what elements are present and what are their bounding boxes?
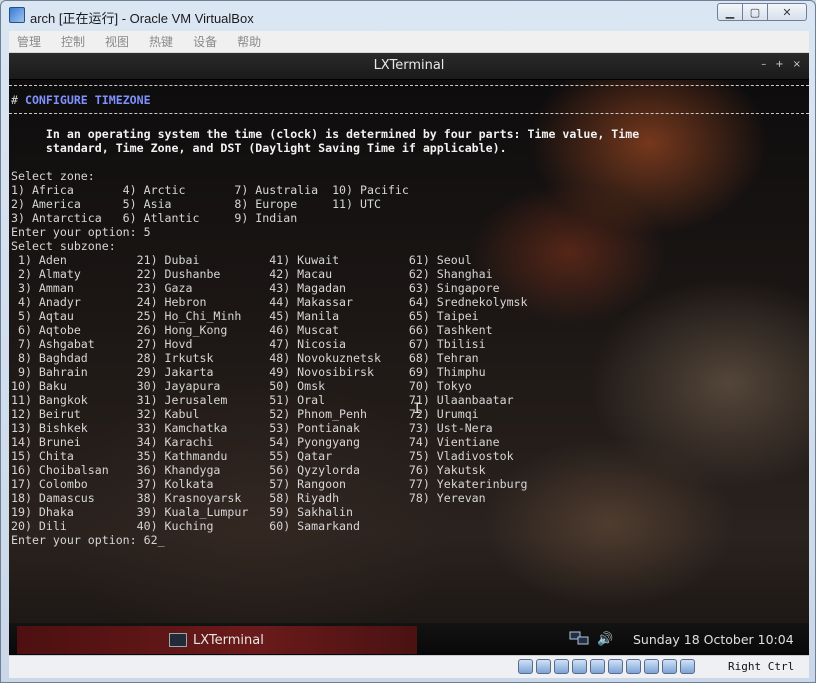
shared-folder-icon[interactable] — [590, 659, 605, 674]
terminal-output[interactable]: # CONFIGURE TIMEZONE In an operating sys… — [9, 79, 809, 623]
status-icons — [518, 659, 695, 674]
terminal-line: 12) Beirut 32) Kabul 52) Phnom_Penh 72) … — [11, 407, 479, 421]
menu-view[interactable]: 视图 — [95, 33, 139, 50]
terminal-line: 1) Aden 21) Dubai 41) Kuwait 61) Seoul — [11, 253, 472, 267]
terminal-line: 4) Anadyr 24) Hebron 44) Makassar 64) Sr… — [11, 295, 528, 309]
cpu-icon[interactable] — [662, 659, 677, 674]
menu-manage[interactable]: 管理 — [9, 33, 51, 50]
clock[interactable]: Sunday 18 October 10:04 — [633, 632, 794, 647]
taskbar-lxterminal-button[interactable]: LXTerminal — [17, 626, 417, 654]
guest-taskbar: LXTerminal 🔊 Sunday 18 October 10:04 — [9, 623, 809, 655]
window-title: arch [正在运行] - Oracle VM VirtualBox — [30, 11, 254, 26]
maximize-button[interactable]: ▢ — [742, 3, 768, 21]
minimize-button[interactable]: ▁ — [717, 3, 743, 21]
terminal-line: 5) Aqtau 25) Ho_Chi_Minh 45) Manila 65) … — [11, 309, 479, 323]
header-hash: # — [11, 93, 18, 107]
menu-help[interactable]: 帮助 — [227, 33, 271, 50]
terminal-line: Enter your option: 5 — [11, 225, 151, 239]
terminal-line: 3) Antarctica 6) Atlantic 9) Indian — [11, 211, 298, 225]
mouse-integration-icon[interactable] — [680, 659, 695, 674]
terminal-maximize-button[interactable]: + — [775, 59, 783, 70]
menu-hotkeys[interactable]: 热键 — [139, 33, 183, 50]
terminal-line: 6) Aqtobe 26) Hong_Kong 46) Muscat 66) T… — [11, 323, 493, 337]
network-icon[interactable] — [569, 631, 589, 647]
terminal-line: 11) Bangkok 31) Jerusalem 51) Oral 71) U… — [11, 393, 514, 407]
terminal-title: LXTerminal — [373, 58, 445, 73]
terminal-line: Select zone: — [11, 169, 95, 183]
video-capture-icon[interactable] — [626, 659, 641, 674]
terminal-line: standard, Time Zone, and DST (Daylight S… — [11, 141, 507, 155]
window-title-bar[interactable]: arch [正在运行] - Oracle VM VirtualBox ▁ ▢ ✕ — [1, 1, 815, 31]
terminal-line: 20) Dili 40) Kuching 60) Samarkand — [11, 519, 361, 533]
terminal-line: 3) Amman 23) Gaza 43) Magadan 63) Singap… — [11, 281, 500, 295]
separator-line — [9, 85, 809, 86]
terminal-minimize-button[interactable]: – — [761, 59, 766, 70]
recording-icon[interactable] — [644, 659, 659, 674]
terminal-line: Select subzone: — [11, 239, 116, 253]
text-cursor-icon: I — [413, 401, 422, 417]
terminal-line: 10) Baku 30) Jayapura 50) Omsk 70) Tokyo — [11, 379, 472, 393]
menu-control[interactable]: 控制 — [51, 33, 95, 50]
terminal-close-button[interactable]: × — [793, 59, 801, 70]
hdd-icon[interactable] — [518, 659, 533, 674]
virtualbox-window: arch [正在运行] - Oracle VM VirtualBox ▁ ▢ ✕… — [0, 0, 816, 683]
terminal-window-controls: – + × — [761, 59, 801, 70]
usb-icon[interactable] — [572, 659, 587, 674]
host-key-label: Right Ctrl — [728, 660, 795, 673]
terminal-line: 19) Dhaka 39) Kuala_Lumpur 59) Sakhalin — [11, 505, 354, 519]
header-title: CONFIGURE TIMEZONE — [24, 93, 151, 107]
optical-disc-icon[interactable] — [536, 659, 551, 674]
terminal-line: 16) Choibalsan 36) Khandyga 56) Qyzylord… — [11, 463, 486, 477]
section-header: # CONFIGURE TIMEZONE — [11, 93, 151, 107]
network-icon[interactable] — [554, 659, 569, 674]
terminal-icon — [169, 633, 187, 647]
separator-line — [9, 113, 809, 114]
window-controls: ▁ ▢ ✕ — [717, 3, 807, 21]
terminal-line: 2) America 5) Asia 8) Europe 11) UTC — [11, 197, 381, 211]
volume-icon[interactable]: 🔊 — [597, 632, 613, 647]
terminal-title-bar[interactable]: LXTerminal – + × — [9, 53, 809, 80]
terminal-line: 18) Damascus 38) Krasnoyarsk 58) Riyadh … — [11, 491, 486, 505]
close-button[interactable]: ✕ — [767, 3, 807, 21]
terminal-line: 2) Almaty 22) Dushanbe 42) Macau 62) Sha… — [11, 267, 493, 281]
display-icon[interactable] — [608, 659, 623, 674]
taskbar-task-label: LXTerminal — [193, 633, 264, 648]
terminal-line: 13) Bishkek 33) Kamchatka 53) Pontianak … — [11, 421, 493, 435]
guest-display[interactable]: LXTerminal – + × # CONFIGURE TIMEZONE In… — [9, 53, 809, 655]
terminal-line: 17) Colombo 37) Kolkata 57) Rangoon 77) … — [11, 477, 528, 491]
menu-devices[interactable]: 设备 — [183, 33, 227, 50]
terminal-line: 15) Chita 35) Kathmandu 55) Qatar 75) Vl… — [11, 449, 514, 463]
virtualbox-status-bar: Right Ctrl — [9, 655, 809, 678]
terminal-line: 9) Bahrain 29) Jakarta 49) Novosibirsk 6… — [11, 365, 486, 379]
terminal-line: 1) Africa 4) Arctic 7) Australia 10) Pac… — [11, 183, 409, 197]
virtualbox-app-icon — [9, 7, 25, 23]
terminal-line: In an operating system the time (clock) … — [11, 127, 640, 141]
terminal-line: Enter your option: 62_ — [11, 533, 165, 547]
menu-bar: 管理 控制 视图 热键 设备 帮助 — [9, 31, 809, 53]
terminal-line: 7) Ashgabat 27) Hovd 47) Nicosia 67) Tbi… — [11, 337, 486, 351]
terminal-line: 8) Baghdad 28) Irkutsk 48) Novokuznetsk … — [11, 351, 479, 365]
terminal-line: 14) Brunei 34) Karachi 54) Pyongyang 74)… — [11, 435, 500, 449]
